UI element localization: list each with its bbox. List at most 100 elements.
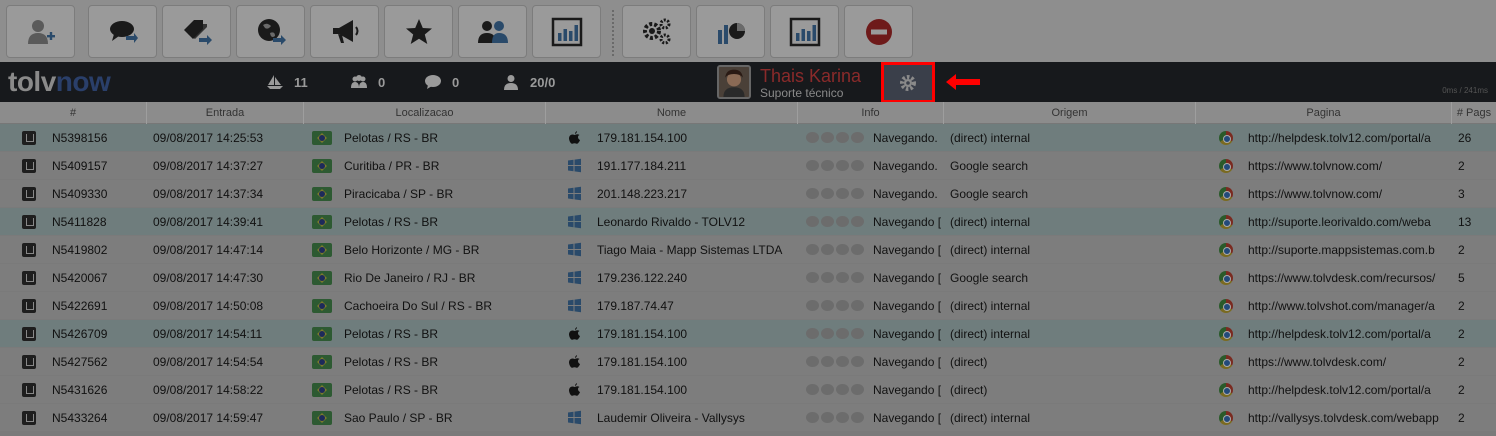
brazil-flag-icon [312,271,332,285]
table-row[interactable]: N5427562 09/08/2017 14:54:54 Pelotas / RS … [0,348,1496,376]
brazil-flag-icon [312,355,332,369]
col-header-pags[interactable]: # Pags [1452,102,1496,124]
cell-pagina[interactable]: https://www.tolvdesk.com/recursos/ [1248,264,1451,292]
stop-icon [865,18,892,45]
cell-id: N5431626 [52,383,108,397]
table-row[interactable]: N5433264 09/08/2017 14:59:47 Sao Paulo / S… [0,404,1496,432]
apple-icon [569,355,580,368]
visitor-download-icon[interactable] [22,187,36,201]
tag-status-icon [821,188,834,199]
block-button[interactable] [844,5,913,58]
chat-status-icon [806,356,819,367]
globe-status-icon [836,188,849,199]
col-header-pagina[interactable]: Pagina [1196,102,1452,124]
globe-forward-icon [257,18,286,45]
tags-forward-button[interactable] [162,5,231,58]
col-header-id[interactable]: # [0,102,147,124]
cell-origem: (direct) [950,355,988,369]
visitor-download-icon[interactable] [22,411,36,425]
cell-origem: (direct) internal [950,327,1031,341]
col-header-localizacao[interactable]: Localizacao [304,102,546,124]
cell-localizacao: Piracicaba / SP - BR [344,187,454,201]
visitor-download-icon[interactable] [22,159,36,173]
cell-origem: Google search [950,187,1029,201]
logo[interactable]: tolvnow [8,66,111,98]
cell-pagina[interactable]: http://vallysys.tolvdesk.com/webapp [1248,404,1451,432]
table-row[interactable]: N5426709 09/08/2017 14:54:11 Pelotas / RS … [0,320,1496,348]
chrome-icon [1219,299,1233,313]
brazil-flag-icon [312,215,332,229]
analytics-button[interactable] [696,5,765,58]
chat-status-icon [806,328,819,339]
pointer-arrow-icon [946,74,980,90]
statistics-button[interactable] [770,5,839,58]
user-settings-button[interactable] [881,62,935,103]
cell-pagina[interactable]: https://www.tolvdesk.com/ [1248,348,1451,376]
visitor-download-icon[interactable] [22,383,36,397]
visitor-download-icon[interactable] [22,243,36,257]
cell-pagina[interactable]: http://helpdesk.tolv12.com/portal/a [1248,124,1451,152]
visitor-download-icon[interactable] [22,215,36,229]
add-user-button[interactable] [6,5,75,58]
visitor-download-icon[interactable] [22,299,36,313]
visitor-download-icon[interactable] [22,355,36,369]
message-status-icon [851,300,864,311]
table-row[interactable]: N5409157 09/08/2017 14:37:27 Curitiba / PR… [0,152,1496,180]
table-row[interactable]: N5431626 09/08/2017 14:58:22 Pelotas / RS … [0,376,1496,404]
info-status-icons [806,384,868,396]
col-header-info[interactable]: Info [798,102,944,124]
info-status-icons [806,272,868,284]
table-row[interactable]: N5420067 09/08/2017 14:47:30 Rio De Janeir… [0,264,1496,292]
visitor-download-icon[interactable] [22,327,36,341]
table-row[interactable]: N5419802 09/08/2017 14:47:14 Belo Horizont… [0,236,1496,264]
users-button[interactable] [458,5,527,58]
windows-icon [568,186,581,201]
cell-info: Navegando. [873,187,938,201]
apple-icon [569,383,580,396]
cell-pagina[interactable]: http://helpdesk.tolv12.com/portal/a [1248,376,1451,404]
bar-chart-icon [789,17,820,46]
favorites-button[interactable] [384,5,453,58]
cell-id: N5398156 [52,131,108,145]
cell-pagina[interactable]: http://helpdesk.tolv12.com/portal/a [1248,320,1451,348]
table-row[interactable]: N5422691 09/08/2017 14:50:08 Cachoeira Do … [0,292,1496,320]
cell-origem: Google search [950,271,1029,285]
cell-info: Navegando [ [873,215,941,229]
cell-pags: 13 [1458,215,1472,229]
col-header-origem[interactable]: Origem [944,102,1196,124]
cell-pags: 5 [1458,271,1465,285]
globe-status-icon [836,384,849,395]
visitor-download-icon[interactable] [22,271,36,285]
megaphone-button[interactable] [310,5,379,58]
message-status-icon [851,356,864,367]
visitor-download-icon[interactable] [22,131,36,145]
table-header: # Entrada Localizacao Nome Info Origem P… [0,102,1496,124]
reports-button[interactable] [532,5,601,58]
chat-forward-button[interactable] [88,5,157,58]
cell-pagina[interactable]: http://www.tolvshot.com/manager/a [1248,292,1451,320]
cell-localizacao: Pelotas / RS - BR [344,327,439,341]
info-status-icons [806,356,868,368]
table-row[interactable]: N5409330 09/08/2017 14:37:34 Piracicaba / … [0,180,1496,208]
cell-entrada: 09/08/2017 14:25:53 [153,131,264,145]
stat-sailing: 11 [266,73,308,91]
col-header-nome[interactable]: Nome [546,102,798,124]
chrome-icon [1219,187,1233,201]
user-avatar[interactable] [717,65,751,99]
cell-origem: (direct) internal [950,299,1031,313]
cell-pagina[interactable]: http://suporte.mappsistemas.com.b [1248,236,1451,264]
table-row[interactable]: N5398156 09/08/2017 14:25:53 Pelotas / RS … [0,124,1496,152]
cell-pagina[interactable]: https://www.tolvnow.com/ [1248,152,1451,180]
cell-nome: Tiago Maia - Mapp Sistemas LTDA [597,243,783,257]
cell-pagina[interactable]: https://www.tolvnow.com/ [1248,180,1451,208]
windows-icon [568,214,581,229]
col-header-entrada[interactable]: Entrada [147,102,304,124]
cell-pagina[interactable]: http://suporte.leorivaldo.com/weba [1248,208,1451,236]
chat-status-icon [806,188,819,199]
globe-forward-button[interactable] [236,5,305,58]
table-row[interactable]: N5411828 09/08/2017 14:39:41 Pelotas / RS … [0,208,1496,236]
settings-button[interactable] [622,5,691,58]
cell-origem: (direct) internal [950,243,1031,257]
cell-id: N5409157 [52,159,108,173]
cell-pags: 2 [1458,327,1465,341]
